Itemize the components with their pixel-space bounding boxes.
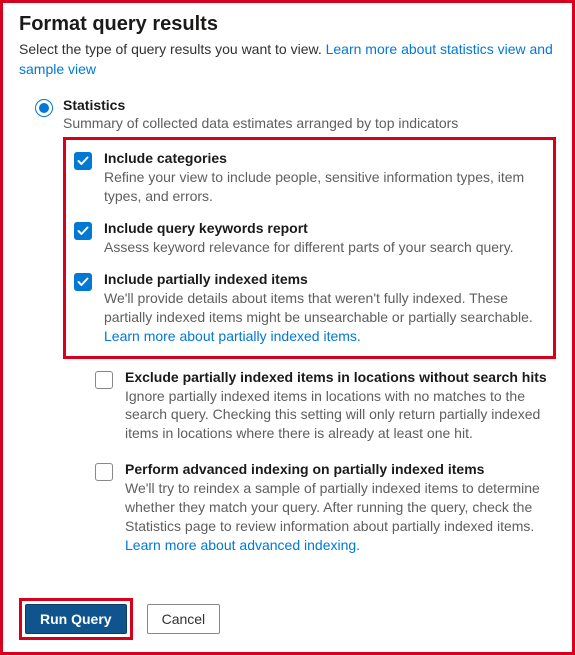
option-label: Include partially indexed items [104, 271, 545, 287]
option-label: Include query keywords report [104, 220, 514, 236]
button-bar: Run Query Cancel [19, 598, 220, 640]
radio-icon [35, 99, 53, 117]
radio-label: Statistics [63, 97, 458, 113]
option-exclude-partial[interactable]: Exclude partially indexed items in locat… [95, 365, 548, 458]
radio-statistics[interactable]: Statistics Summary of collected data est… [35, 97, 556, 131]
cancel-button[interactable]: Cancel [147, 604, 221, 634]
option-desc: We'll provide details about items that w… [104, 289, 545, 346]
option-label: Exclude partially indexed items in locat… [125, 369, 548, 385]
learn-more-partial-link[interactable]: Learn more about partially indexed items… [104, 328, 361, 344]
learn-more-advanced-link[interactable]: Learn more about advanced indexing. [125, 537, 360, 553]
option-desc: We'll try to reindex a sample of partial… [125, 479, 548, 555]
option-include-categories[interactable]: Include categories Refine your view to i… [74, 146, 545, 216]
nested-options: Exclude partially indexed items in locat… [95, 365, 556, 569]
run-query-button[interactable]: Run Query [25, 604, 127, 634]
checkbox-icon [95, 371, 113, 389]
subtitle-text: Select the type of query results you wan… [19, 41, 326, 57]
option-desc: Assess keyword relevance for different p… [104, 238, 514, 257]
option-label: Perform advanced indexing on partially i… [125, 461, 548, 477]
option-desc: Ignore partially indexed items in locati… [125, 387, 548, 444]
checkbox-icon [95, 463, 113, 481]
run-button-highlight: Run Query [19, 598, 133, 640]
page-subtitle: Select the type of query results you wan… [19, 40, 556, 79]
option-advanced-index[interactable]: Perform advanced indexing on partially i… [95, 457, 548, 569]
page-title: Format query results [19, 13, 556, 36]
checkbox-icon [74, 273, 92, 291]
checkbox-icon [74, 222, 92, 240]
dialog-panel: Format query results Select the type of … [0, 0, 575, 655]
option-desc: Refine your view to include people, sens… [104, 168, 545, 206]
checkbox-icon [74, 152, 92, 170]
option-include-partial[interactable]: Include partially indexed items We'll pr… [74, 267, 545, 350]
option-label: Include categories [104, 150, 545, 166]
option-include-keywords[interactable]: Include query keywords report Assess key… [74, 216, 545, 267]
radio-desc: Summary of collected data estimates arra… [63, 115, 458, 131]
highlighted-options: Include categories Refine your view to i… [63, 137, 556, 358]
